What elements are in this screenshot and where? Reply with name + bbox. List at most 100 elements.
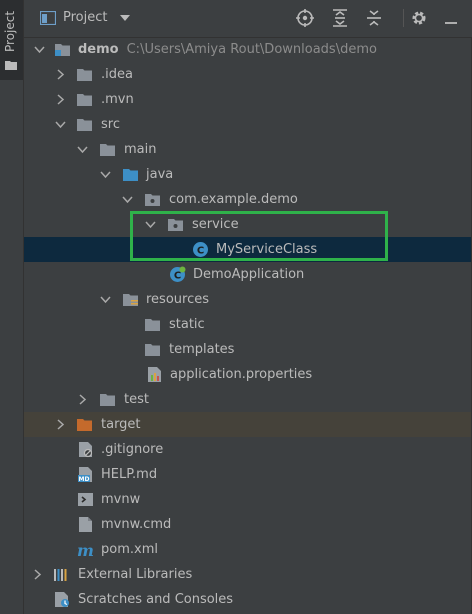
tree-label: demo (78, 42, 119, 57)
tree-label: application.properties (170, 367, 313, 382)
chevron-right-icon[interactable] (55, 419, 66, 430)
tree-label: .gitignore (101, 442, 164, 457)
tree-row-mvnw[interactable]: mvnw (24, 487, 472, 512)
tree-row-application-properties[interactable]: application.properties (24, 362, 472, 387)
tree-label: java (146, 167, 174, 182)
tree-label: DemoApplication (193, 267, 305, 282)
project-toolbar: Project (24, 0, 472, 38)
spring-boot-class-icon: C (170, 266, 186, 282)
svg-text:C: C (197, 246, 204, 257)
tree-label: service (192, 217, 239, 232)
ignore-file-icon (79, 442, 93, 458)
collapse-all-icon[interactable] (365, 9, 383, 27)
shell-script-icon (78, 493, 93, 506)
chevron-right-icon[interactable] (77, 394, 88, 405)
chevron-down-icon[interactable] (100, 294, 111, 305)
folder-icon (77, 119, 92, 131)
chevron-right-icon[interactable] (55, 69, 66, 80)
resources-folder-icon (123, 294, 138, 306)
folder-icon (145, 319, 160, 331)
toolbar-separator (403, 9, 404, 27)
folder-icon (5, 61, 17, 70)
chevron-down-icon[interactable] (100, 169, 111, 180)
tree-row-gitignore[interactable]: .gitignore (24, 437, 472, 462)
folder-icon (77, 69, 92, 81)
tree-row-java[interactable]: java (24, 162, 472, 187)
tree-row-src[interactable]: src (24, 112, 472, 137)
project-tab-label: Project (3, 10, 17, 52)
gear-icon[interactable] (410, 9, 428, 27)
project-tool-window: Project Project demo C:\Users\Amiya Rout… (0, 0, 472, 614)
tree-label: templates (169, 342, 235, 357)
tree-label: pom.xml (101, 542, 158, 557)
module-folder-icon (55, 44, 70, 56)
tree-label: .mvn (101, 92, 134, 107)
chevron-down-icon[interactable] (119, 14, 131, 22)
tree-label: mvnw.cmd (101, 517, 172, 532)
chevron-right-icon[interactable] (55, 94, 66, 105)
chevron-down-icon[interactable] (34, 44, 45, 55)
folder-icon (100, 394, 115, 406)
tree-row-demo[interactable]: demo C:\Users\Amiya Rout\Downloads\demo (24, 37, 472, 62)
tree-label: main (124, 142, 157, 157)
scratches-icon (55, 592, 69, 607)
svg-text:m: m (77, 541, 94, 558)
chevron-down-icon[interactable] (122, 194, 133, 205)
view-selector[interactable]: Project (63, 10, 107, 25)
chevron-down-icon[interactable] (77, 144, 88, 155)
locate-icon[interactable] (296, 9, 314, 27)
folder-icon (100, 144, 115, 156)
tree-row-idea[interactable]: .idea (24, 62, 472, 87)
tree-label: MyServiceClass (216, 242, 318, 257)
expand-all-icon[interactable] (331, 9, 349, 27)
libraries-icon (54, 569, 67, 581)
project-tool-tab[interactable]: Project (0, 0, 23, 80)
tree-label: src (101, 117, 120, 132)
hide-icon[interactable] (442, 9, 460, 27)
tree-label: resources (146, 292, 210, 307)
tree-label: HELP.md (101, 467, 158, 482)
source-folder-icon (123, 169, 138, 181)
project-view-icon (40, 11, 56, 25)
package-icon (145, 194, 160, 206)
folder-icon (77, 94, 92, 106)
chevron-down-icon[interactable] (145, 219, 156, 230)
text-file-icon (79, 517, 92, 532)
tree-row-test[interactable]: test (24, 387, 472, 412)
tree-row-scratches[interactable]: Scratches and Consoles (24, 587, 472, 612)
tree-row-mvnw-cmd[interactable]: mvnw.cmd (24, 512, 472, 537)
tree-row-demo-application[interactable]: C DemoApplication (24, 262, 472, 287)
tree-row-package[interactable]: com.example.demo (24, 187, 472, 212)
tree-label: test (124, 392, 149, 407)
tree-row-static[interactable]: static (24, 312, 472, 337)
project-tree: demo C:\Users\Amiya Rout\Downloads\demo .… (24, 37, 472, 612)
tree-label: target (101, 417, 141, 432)
tree-row-mvn[interactable]: .mvn (24, 87, 472, 112)
tree-label: mvnw (101, 492, 141, 507)
tree-row-external-libraries[interactable]: External Libraries (24, 562, 472, 587)
tree-row-service[interactable]: service (24, 212, 472, 237)
java-class-icon: C (193, 242, 208, 257)
tree-label: static (169, 317, 205, 332)
properties-file-icon (148, 367, 161, 382)
tree-path: C:\Users\Amiya Rout\Downloads\demo (126, 42, 377, 57)
tree-row-help-md[interactable]: MD HELP.md (24, 462, 472, 487)
tool-window-strip: Project (0, 0, 24, 614)
tree-label: Scratches and Consoles (78, 592, 234, 607)
svg-text:C: C (174, 271, 181, 282)
package-icon (168, 219, 183, 231)
tree-label: .idea (101, 67, 133, 82)
excluded-folder-icon (77, 419, 92, 431)
tree-row-my-service-class[interactable]: C MyServiceClass (24, 237, 472, 262)
tree-row-pom-xml[interactable]: m pom.xml (24, 537, 472, 562)
markdown-file-icon: MD (78, 467, 92, 483)
tree-row-main[interactable]: main (24, 137, 472, 162)
chevron-down-icon[interactable] (55, 119, 66, 130)
chevron-right-icon[interactable] (32, 569, 43, 580)
tree-row-templates[interactable]: templates (24, 337, 472, 362)
svg-text:MD: MD (79, 476, 90, 483)
tree-row-resources[interactable]: resources (24, 287, 472, 312)
tree-row-target[interactable]: target (24, 412, 472, 437)
maven-icon: m (77, 541, 94, 558)
folder-icon (145, 344, 160, 356)
